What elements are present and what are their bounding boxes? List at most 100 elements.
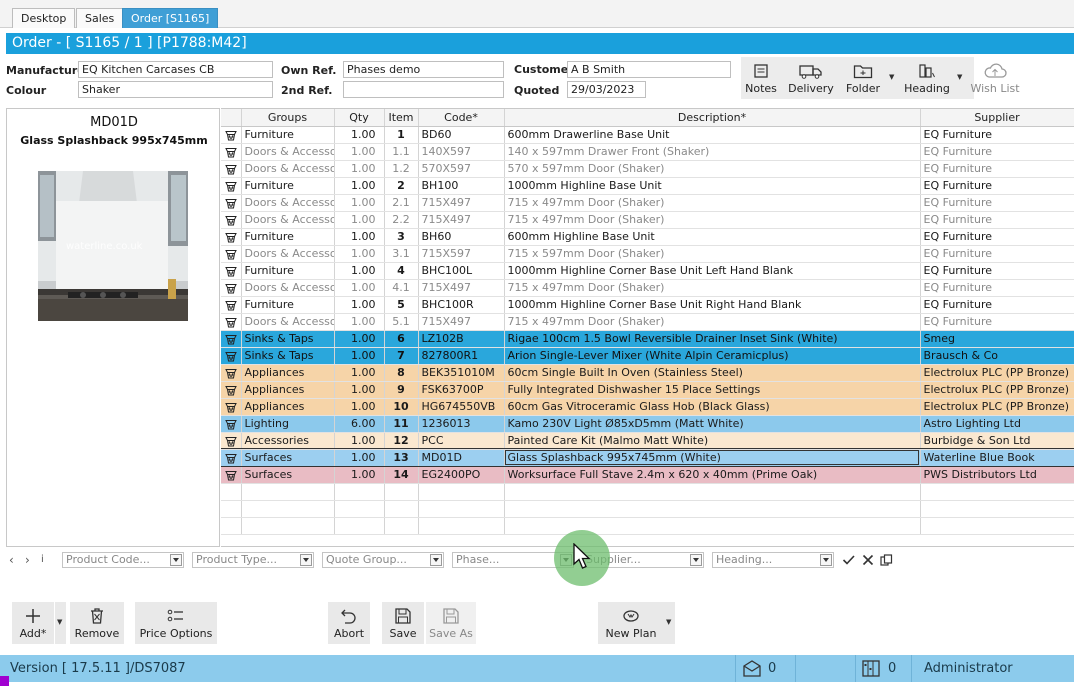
previous-arrow-icon[interactable]: ‹ (9, 553, 14, 567)
quote-group-filter[interactable]: Quote Group... (322, 552, 444, 568)
column-header-code[interactable]: Code* (418, 109, 505, 127)
cell-code[interactable]: MD01D (418, 449, 505, 467)
order-line-row[interactable]: Doors & Accessor 1.00 2.1 715X497 715 x 497m… (221, 194, 1074, 212)
cell-code[interactable]: 827800R1 (418, 347, 505, 365)
cell-item[interactable]: 7 (384, 347, 419, 365)
cell-group[interactable]: Sinks & Taps (241, 347, 335, 365)
cell-item[interactable]: 10 (384, 398, 419, 416)
cell-description[interactable]: Fully Integrated Dishwasher 15 Place Set… (504, 381, 921, 399)
cell-description[interactable]: Worksurface Full Stave 2.4m x 620 x 40mm… (504, 466, 921, 484)
order-line-row[interactable]: Appliances 1.00 10 HG674550VB 60cm Gas Vitro… (221, 398, 1074, 416)
basket-icon[interactable] (221, 194, 242, 212)
cell-item[interactable]: 5 (384, 296, 419, 314)
column-header-groups[interactable]: Groups (241, 109, 335, 127)
order-line-row[interactable]: Doors & Accessor 1.00 2.2 715X497 715 x 497m… (221, 211, 1074, 229)
quoted-date-field[interactable]: 29/03/2023 (567, 81, 646, 98)
cell-description[interactable]: 715 x 497mm Door (Shaker) (504, 211, 921, 229)
cell-qty[interactable]: 1.00 (334, 347, 385, 365)
cell-group[interactable]: Furniture (241, 296, 335, 314)
cell-supplier[interactable]: EQ Furniture (920, 245, 1074, 263)
add-button[interactable]: Add* (12, 602, 54, 644)
basket-icon[interactable] (221, 432, 242, 450)
cell-code[interactable]: BH100 (418, 177, 505, 195)
cell-qty[interactable]: 1.00 (334, 432, 385, 450)
cell-item[interactable]: 2.2 (384, 211, 419, 229)
cell-item[interactable]: 1 (384, 126, 419, 144)
cell-qty[interactable]: 1.00 (334, 228, 385, 246)
customer-field[interactable]: A B Smith (567, 61, 731, 78)
order-line-row[interactable]: Furniture 1.00 1 BD60 600mm Drawerline Base … (221, 126, 1074, 144)
cell-group[interactable]: Doors & Accessor (241, 143, 335, 161)
apply-filter-check-icon[interactable] (842, 554, 856, 566)
chevron-down-icon[interactable] (170, 554, 182, 566)
cell-description[interactable]: Rigae 100cm 1.5 Bowl Reversible Drainer … (504, 330, 921, 348)
order-line-row[interactable]: Doors & Accessor 1.00 1.1 140X597 140 x 597m… (221, 143, 1074, 161)
column-header-qty[interactable]: Qty (334, 109, 385, 127)
cell-description[interactable]: Arion Single-Lever Mixer (White Alpin Ce… (504, 347, 921, 365)
order-line-row[interactable]: Sinks & Taps 1.00 6 LZ102B Rigae 100cm 1.5 B… (221, 330, 1074, 348)
cell-code[interactable]: BEK351010M (418, 364, 505, 382)
product-code-filter[interactable]: Product Code... (62, 552, 184, 568)
info-icon[interactable]: i (41, 554, 44, 565)
basket-icon[interactable] (221, 262, 242, 280)
cell-group[interactable]: Doors & Accessor (241, 211, 335, 229)
basket-icon[interactable] (221, 143, 242, 161)
cell-code[interactable]: 715X597 (418, 245, 505, 263)
order-line-row[interactable]: Doors & Accessor 1.00 4.1 715X497 715 x 497m… (221, 279, 1074, 297)
user-name[interactable]: Administrator (911, 655, 1074, 682)
order-line-row[interactable]: Furniture 1.00 2 BH100 1000mm Highline Base … (221, 177, 1074, 195)
cell-group[interactable]: Furniture (241, 177, 335, 195)
cell-description[interactable]: 1000mm Highline Corner Base Unit Right H… (504, 296, 921, 314)
order-line-row[interactable]: Furniture 1.00 5 BHC100R 1000mm Highline Cor… (221, 296, 1074, 314)
order-line-row[interactable]: Surfaces 1.00 13 MD01D Glass Splashback 995x… (221, 448, 1074, 467)
order-line-row[interactable]: Sinks & Taps 1.00 7 827800R1 Arion Single-Le… (221, 347, 1074, 365)
basket-icon[interactable] (221, 211, 242, 229)
cell-supplier[interactable]: Brausch & Co (920, 347, 1074, 365)
cell-group[interactable]: Doors & Accessor (241, 279, 335, 297)
basket-icon[interactable] (221, 381, 242, 399)
cell-group[interactable]: Doors & Accessor (241, 313, 335, 331)
chevron-down-icon[interactable] (430, 554, 442, 566)
cell-code[interactable]: EG2400PO (418, 466, 505, 484)
cell-item[interactable]: 1.1 (384, 143, 419, 161)
cell-item[interactable]: 9 (384, 381, 419, 399)
basket-icon[interactable] (221, 160, 242, 178)
cell-description[interactable]: 140 x 597mm Drawer Front (Shaker) (504, 143, 921, 161)
cell-qty[interactable]: 1.00 (334, 160, 385, 178)
cell-code[interactable]: 715X497 (418, 313, 505, 331)
cell-code[interactable]: 1236013 (418, 415, 505, 433)
cell-supplier[interactable]: Electrolux PLC (PP Bronze) (920, 381, 1074, 399)
abort-button[interactable]: Abort (328, 602, 370, 644)
add-dropdown-icon[interactable]: ▼ (57, 618, 62, 626)
cell-group[interactable]: Furniture (241, 262, 335, 280)
cell-group[interactable]: Accessories (241, 432, 335, 450)
cell-group[interactable]: Doors & Accessor (241, 245, 335, 263)
next-arrow-icon[interactable]: › (25, 553, 30, 567)
cell-description[interactable]: Glass Splashback 995x745mm (White) (504, 449, 921, 467)
basket-icon[interactable] (221, 466, 242, 484)
price-options-button[interactable]: Price Options (135, 602, 217, 644)
second-ref-field[interactable] (343, 81, 504, 98)
cell-code[interactable]: LZ102B (418, 330, 505, 348)
basket-icon[interactable] (221, 330, 242, 348)
colour-field[interactable]: Shaker (78, 81, 273, 98)
order-line-row[interactable]: Appliances 1.00 9 FSK63700P Fully Integrated… (221, 381, 1074, 399)
cell-item[interactable]: 8 (384, 364, 419, 382)
cell-group[interactable]: Appliances (241, 398, 335, 416)
cell-description[interactable]: 600mm Highline Base Unit (504, 228, 921, 246)
cell-qty[interactable]: 1.00 (334, 296, 385, 314)
notes-button[interactable]: Notes (741, 57, 781, 99)
cell-code[interactable]: PCC (418, 432, 505, 450)
cell-item[interactable]: 2.1 (384, 194, 419, 212)
cell-supplier[interactable]: EQ Furniture (920, 279, 1074, 297)
order-line-row[interactable]: Accessories 1.00 12 PCC Painted Care Kit (Ma… (221, 432, 1074, 450)
add-dropdown[interactable]: ▼ (55, 602, 66, 644)
cell-item[interactable]: 3 (384, 228, 419, 246)
cell-qty[interactable]: 1.00 (334, 126, 385, 144)
cell-description[interactable]: 715 x 497mm Door (Shaker) (504, 279, 921, 297)
new-plan-button[interactable]: New Plan (598, 602, 664, 644)
cell-qty[interactable]: 1.00 (334, 381, 385, 399)
cell-item[interactable]: 6 (384, 330, 419, 348)
cell-qty[interactable]: 1.00 (334, 330, 385, 348)
cell-supplier[interactable]: Electrolux PLC (PP Bronze) (920, 398, 1074, 416)
